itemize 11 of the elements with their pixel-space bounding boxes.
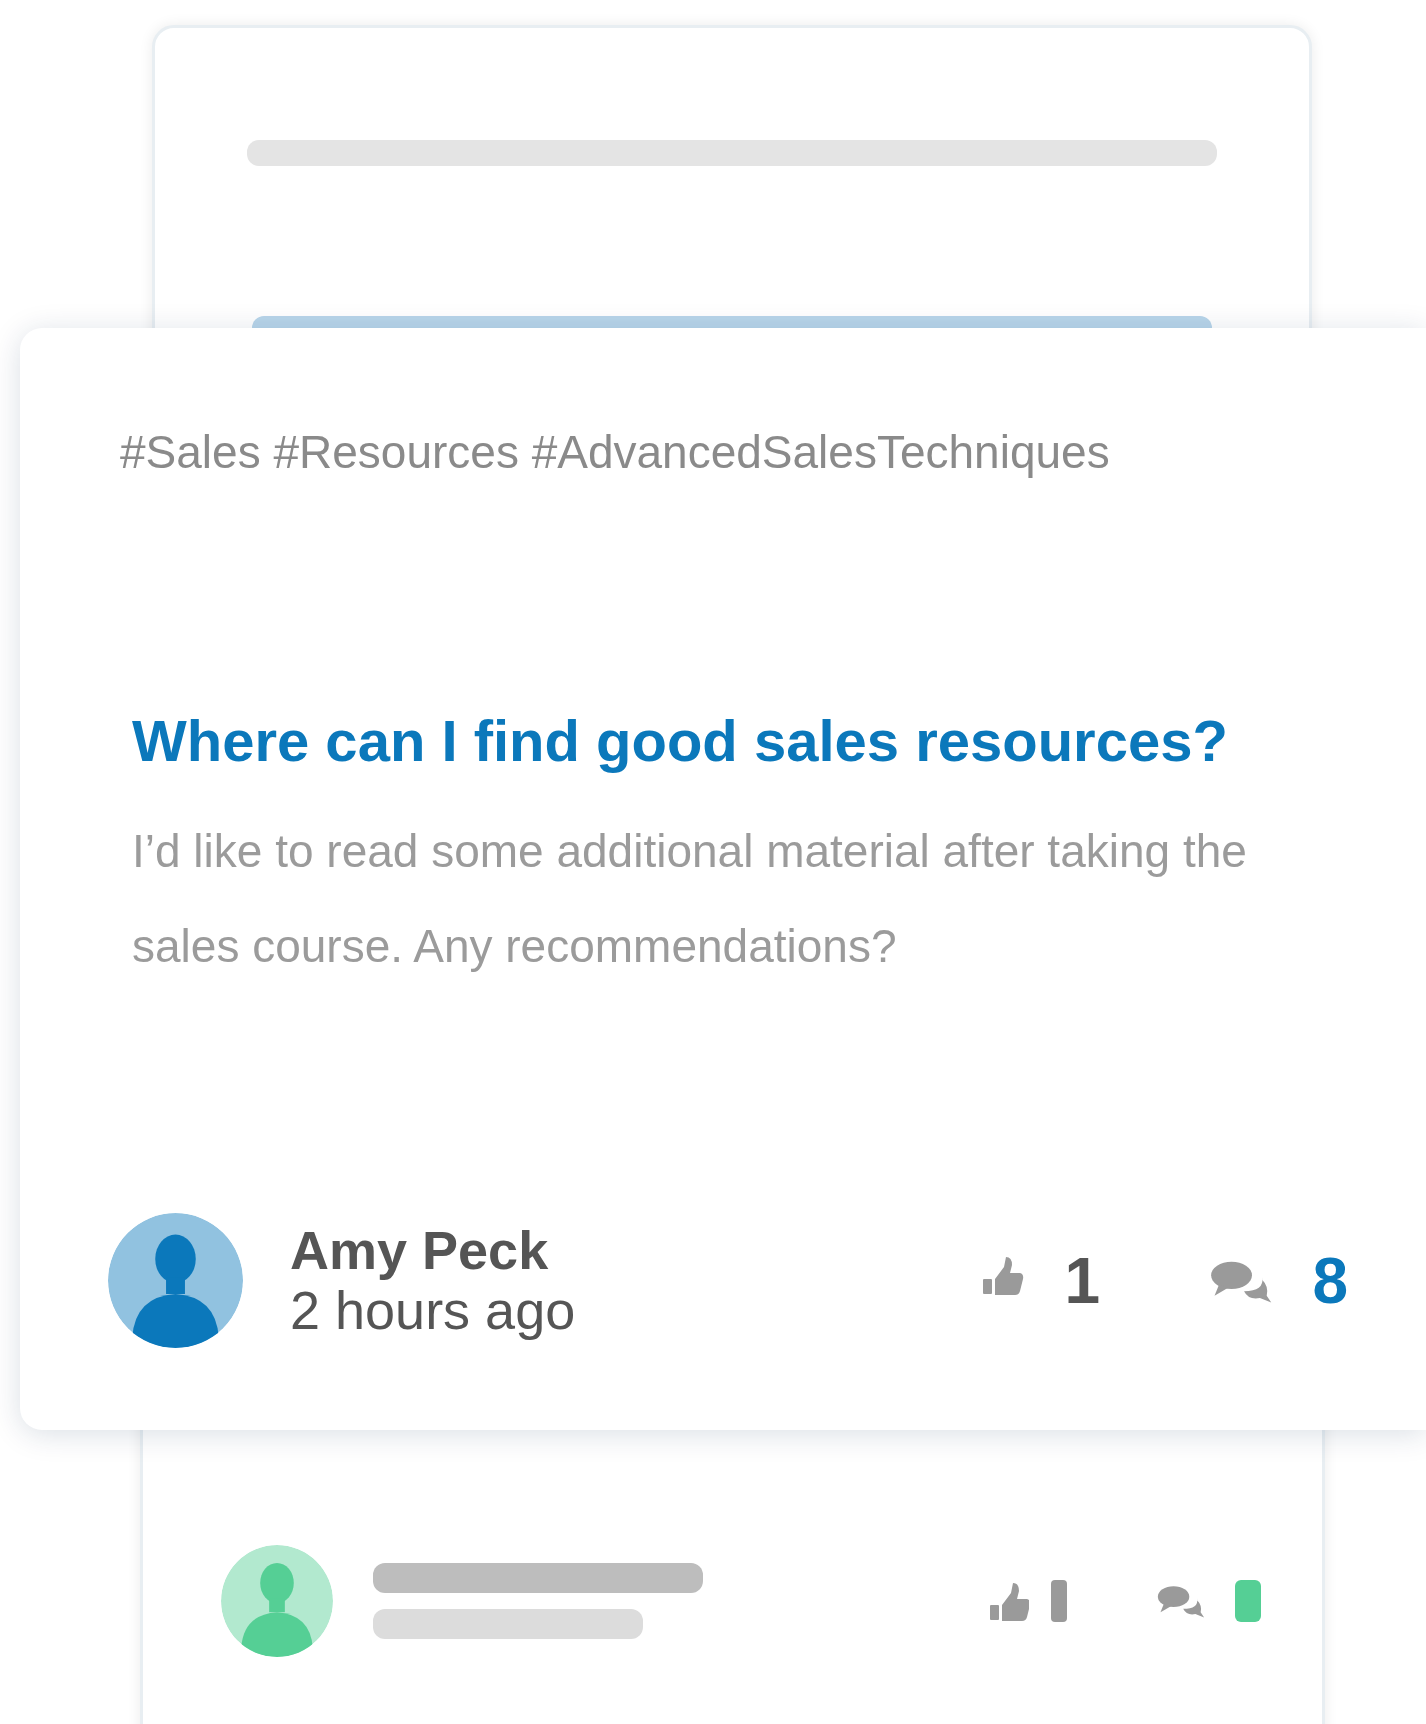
post-time: 2 hours ago [290, 1280, 576, 1340]
comment-count: 8 [1312, 1248, 1348, 1313]
author-name: Amy Peck [290, 1221, 550, 1281]
text-placeholder [1051, 1580, 1067, 1622]
post-tags: #Sales #Resources #AdvancedSalesTechniques [120, 418, 1360, 487]
avatar-icon [221, 1545, 333, 1657]
thumbs-up-icon [989, 1581, 1029, 1621]
like-count: 1 [1064, 1248, 1100, 1313]
post-body: I’d like to read some additional material after taking the sales course. Any recommendations? [132, 824, 1248, 974]
post-title: Where can I find good sales resources? [132, 707, 1229, 775]
avatar-icon [108, 1213, 243, 1348]
